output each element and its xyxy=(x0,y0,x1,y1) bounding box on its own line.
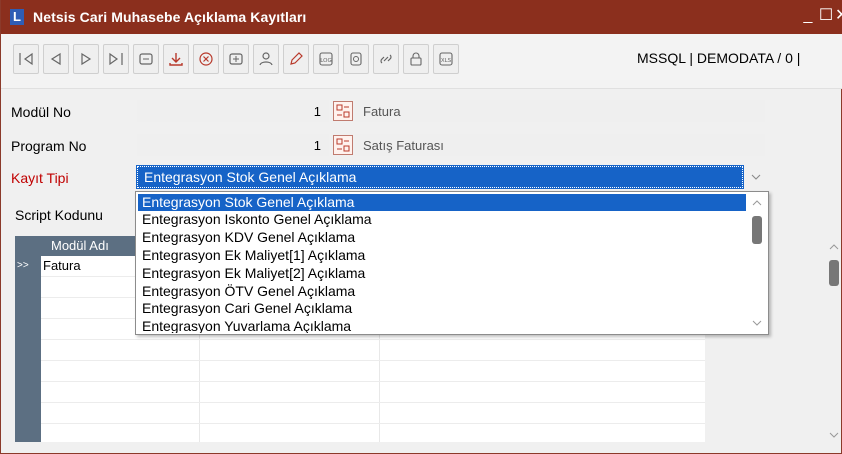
program-no-description: Satış Faturası xyxy=(363,138,444,153)
log-icon: LOG xyxy=(319,52,333,66)
last-record-button[interactable] xyxy=(103,44,129,74)
scrollbar-thumb[interactable] xyxy=(752,216,762,244)
scroll-down-icon xyxy=(752,320,762,326)
kayit-tipi-select[interactable]: Entegrasyon Stok Genel Açıklama xyxy=(136,165,744,189)
column-header-modul-adi[interactable]: Modül Adı xyxy=(51,238,109,253)
toolbar: LOG XLS MSSQL | DEMODATA / 0 | xyxy=(1,34,842,89)
modul-no-description: Fatura xyxy=(363,104,401,119)
program-no-value: 1 xyxy=(313,138,321,153)
cancel-button[interactable] xyxy=(193,44,219,74)
list-icon xyxy=(139,53,153,65)
edit-icon xyxy=(290,52,303,65)
lock-button[interactable] xyxy=(403,44,429,74)
user-icon xyxy=(259,52,273,66)
title-bar[interactable]: L Netsis Cari Muhasebe Açıklama Kayıtlar… xyxy=(1,0,842,34)
info-button[interactable] xyxy=(343,44,369,74)
new-record-button[interactable] xyxy=(223,44,249,74)
dropdown-scrollbar[interactable] xyxy=(748,194,766,332)
row-header-column xyxy=(15,256,41,442)
dropdown-option[interactable]: Entegrasyon ÖTV Genel Açıklama xyxy=(138,283,746,300)
modul-no-lookup-button[interactable] xyxy=(333,101,353,121)
grid-vertical-scrollbar[interactable] xyxy=(825,236,842,450)
edit-button[interactable] xyxy=(283,44,309,74)
grid-row-line xyxy=(41,360,705,361)
kayit-tipi-dropdown-list: Entegrasyon Stok Genel Açıklama Entegras… xyxy=(135,191,769,335)
save-icon xyxy=(169,53,183,66)
dropdown-option[interactable]: Entegrasyon Yuvarlama Açıklama xyxy=(138,318,746,333)
dropdown-option[interactable]: Entegrasyon Stok Genel Açıklama xyxy=(138,194,746,211)
grid-cell-fatura[interactable]: Fatura xyxy=(43,258,81,273)
lookup-icon xyxy=(336,104,350,118)
xls-button[interactable]: XLS xyxy=(433,44,459,74)
grid-row-line xyxy=(41,381,705,382)
grid-row-line xyxy=(41,339,705,340)
link-icon xyxy=(380,54,392,64)
app-window: L Netsis Cari Muhasebe Açıklama Kayıtlar… xyxy=(0,0,842,454)
next-record-button[interactable] xyxy=(73,44,99,74)
first-record-button[interactable] xyxy=(13,44,39,74)
dropdown-option[interactable]: Entegrasyon Ek Maliyet[1] Açıklama xyxy=(138,247,746,264)
modul-no-label: Modül No xyxy=(11,104,71,120)
cancel-icon xyxy=(199,52,213,66)
current-row-marker: >> xyxy=(17,260,29,271)
lock-icon xyxy=(410,52,422,66)
xls-icon: XLS xyxy=(439,52,453,66)
tab-script-kodunu[interactable]: Script Kodunu xyxy=(15,207,103,223)
new-record-icon xyxy=(229,53,243,65)
scrollbar-thumb[interactable] xyxy=(829,260,839,286)
kayit-tipi-label: Kayıt Tipi xyxy=(11,170,69,186)
svg-text:LOG: LOG xyxy=(320,58,331,64)
svg-text:XLS: XLS xyxy=(441,58,452,64)
link-button[interactable] xyxy=(373,44,399,74)
prev-record-icon xyxy=(50,52,61,66)
program-no-lookup-button[interactable] xyxy=(333,135,353,155)
first-record-icon xyxy=(19,52,33,66)
dropdown-option[interactable]: Entegrasyon KDV Genel Açıklama xyxy=(138,229,746,246)
prev-record-button[interactable] xyxy=(43,44,69,74)
lookup-icon xyxy=(336,138,350,152)
modul-no-value: 1 xyxy=(313,104,321,119)
window-title: Netsis Cari Muhasebe Açıklama Kayıtları xyxy=(33,9,307,25)
chevron-down-icon xyxy=(751,174,761,180)
scroll-down-icon xyxy=(829,432,839,438)
netsis-logo-icon: L xyxy=(10,9,24,25)
last-record-icon xyxy=(109,52,123,66)
save-button[interactable] xyxy=(163,44,189,74)
log-button[interactable]: LOG xyxy=(313,44,339,74)
scroll-up-icon xyxy=(752,200,762,206)
dropdown-option[interactable]: Entegrasyon Ek Maliyet[2] Açıklama xyxy=(138,265,746,282)
maximize-button[interactable]: ☐ xyxy=(817,6,835,26)
dropdown-option[interactable]: Entegrasyon Cari Genel Açıklama xyxy=(138,300,746,317)
minimize-button[interactable]: _ xyxy=(799,6,817,26)
connection-info: MSSQL | DEMODATA / 0 | xyxy=(637,50,801,66)
program-no-label: Program No xyxy=(11,138,87,154)
user-button[interactable] xyxy=(253,44,279,74)
modul-no-description-field xyxy=(355,100,765,122)
grid-row-line xyxy=(41,402,705,403)
close-button[interactable]: ✕ xyxy=(835,6,842,26)
list-button[interactable] xyxy=(133,44,159,74)
info-icon xyxy=(350,52,362,66)
dropdown-option[interactable]: Entegrasyon Iskonto Genel Açıklama xyxy=(138,211,746,228)
next-record-icon xyxy=(81,52,92,66)
kayit-tipi-dropdown-button[interactable] xyxy=(745,166,767,188)
grid-row-line xyxy=(41,423,705,424)
scroll-up-icon xyxy=(829,244,839,250)
